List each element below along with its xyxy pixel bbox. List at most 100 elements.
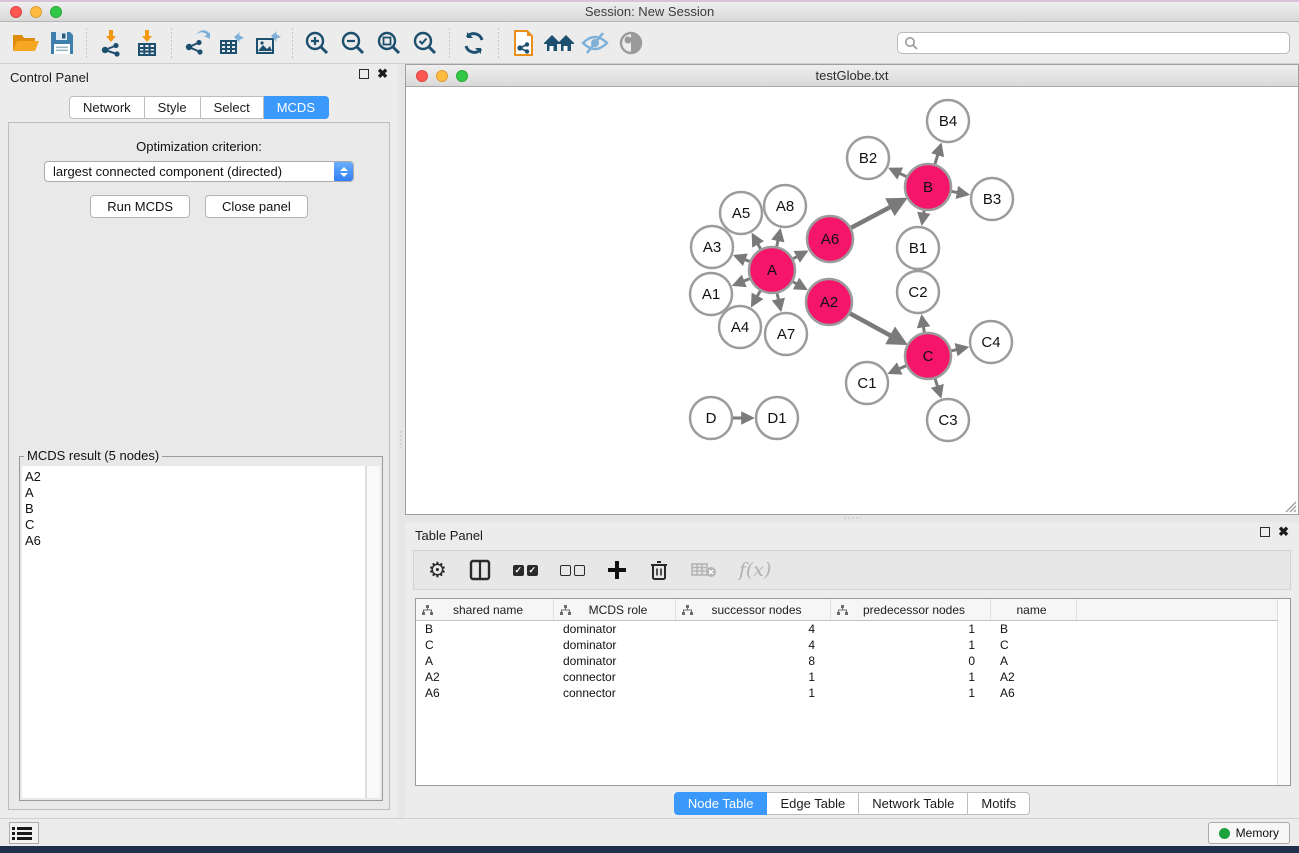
splitter-grip-icon[interactable]: [399, 430, 404, 448]
import-network-button[interactable]: [93, 26, 129, 60]
result-item[interactable]: B: [25, 501, 365, 517]
tab-network[interactable]: Network: [69, 96, 145, 119]
result-item[interactable]: A: [25, 485, 365, 501]
graph-edge-B-B2[interactable]: [891, 169, 907, 177]
graph-edge-C-C1[interactable]: [890, 366, 906, 373]
result-item[interactable]: A2: [25, 469, 365, 485]
table-row[interactable]: Cdominator41C: [416, 637, 1290, 653]
graph-edge-A-A5[interactable]: [753, 235, 761, 249]
tab-style[interactable]: Style: [145, 96, 201, 119]
graph-edge-A-A4[interactable]: [752, 291, 760, 305]
graph-edge-B-B1[interactable]: [922, 211, 924, 224]
zoom-selected-button[interactable]: [407, 26, 443, 60]
delete-table-button[interactable]: [691, 555, 717, 585]
graph-node-label: A: [767, 262, 777, 279]
graph-edge-C-C3[interactable]: [935, 379, 940, 396]
column-layout-button[interactable]: [469, 555, 491, 585]
graph-edge-A-A2[interactable]: [793, 282, 806, 289]
tab-edge-table[interactable]: Edge Table: [767, 792, 859, 815]
table-cell: A6: [991, 685, 1077, 701]
graph-node-label: A5: [732, 205, 750, 222]
import-table-button[interactable]: [129, 26, 165, 60]
float-panel-icon[interactable]: [359, 69, 369, 79]
column-header-name[interactable]: name: [991, 599, 1077, 620]
table-cell: 1: [676, 669, 831, 685]
graph-edge-A-A3[interactable]: [735, 256, 749, 261]
tab-motifs[interactable]: Motifs: [968, 792, 1030, 815]
table-row[interactable]: Adominator80A: [416, 653, 1290, 669]
task-history-button[interactable]: [9, 822, 39, 844]
column-header-shared-name[interactable]: shared name: [416, 599, 554, 620]
network-from-file-button[interactable]: [505, 26, 541, 60]
zoom-in-button[interactable]: [299, 26, 335, 60]
export-image-button[interactable]: [250, 26, 286, 60]
close-panel-button[interactable]: Close panel: [205, 195, 308, 218]
select-all-button[interactable]: ✓✓: [513, 555, 538, 585]
zoom-out-button[interactable]: [335, 26, 371, 60]
close-panel-icon[interactable]: ✖: [377, 69, 388, 79]
function-builder-button[interactable]: f(x): [739, 555, 772, 585]
sort-column-icon: [422, 605, 433, 615]
result-list-scrollbar[interactable]: [366, 466, 380, 798]
import-network-icon: [97, 29, 125, 57]
table-cell: A2: [991, 669, 1077, 685]
resize-grip-icon[interactable]: [1284, 500, 1297, 513]
tab-select[interactable]: Select: [201, 96, 264, 119]
zoom-out-icon: [339, 29, 367, 57]
network-from-file-icon: [509, 29, 537, 57]
graph-edge-B-B3[interactable]: [952, 191, 968, 194]
horizontal-splitter[interactable]: [405, 515, 1299, 522]
show-graphics-button[interactable]: [613, 26, 649, 60]
search-input[interactable]: [918, 34, 1289, 52]
column-header-predecessor-nodes[interactable]: predecessor nodes: [831, 599, 991, 620]
table-scrollbar[interactable]: [1277, 599, 1290, 785]
hide-graphics-button[interactable]: [577, 26, 613, 60]
export-network-button[interactable]: [178, 26, 214, 60]
network-canvas[interactable]: B4B2BB3A8A5A6A3B1AC2A1A2A4A7C4CC1DD1C3: [406, 88, 1298, 514]
network-window-title: testGlobe.txt: [406, 68, 1298, 83]
search-field[interactable]: [897, 32, 1290, 54]
tab-node-table[interactable]: Node Table: [674, 792, 768, 815]
run-mcds-button[interactable]: Run MCDS: [90, 195, 190, 218]
show-graphics-icon: [616, 30, 646, 56]
graph-edge-C-C4[interactable]: [951, 347, 966, 350]
table-row[interactable]: Bdominator41B: [416, 621, 1290, 637]
mcds-result-title: MCDS result (5 nodes): [24, 448, 162, 463]
settings-gear-icon: ⚙: [428, 559, 447, 581]
optimization-select[interactable]: largest connected component (directed): [44, 161, 354, 182]
graph-edge-A-A6[interactable]: [793, 252, 806, 259]
settings-gear-button[interactable]: ⚙: [428, 555, 447, 585]
open-file-button[interactable]: [8, 26, 44, 60]
home-button[interactable]: [541, 26, 577, 60]
refresh-button[interactable]: [456, 26, 492, 60]
tab-mcds[interactable]: MCDS: [264, 96, 329, 119]
splitter-grip-icon[interactable]: [843, 516, 861, 521]
float-panel-icon[interactable]: [1260, 527, 1270, 537]
deselect-all-button[interactable]: [560, 555, 585, 585]
graph-edge-C-C2[interactable]: [922, 317, 924, 333]
graph-node-label: C1: [857, 375, 876, 392]
save-session-button[interactable]: [44, 26, 80, 60]
zoom-fit-button[interactable]: [371, 26, 407, 60]
graph-edge-A-A1[interactable]: [734, 279, 749, 285]
result-item[interactable]: A6: [25, 533, 365, 549]
vertical-splitter[interactable]: [398, 64, 405, 818]
export-image-icon: [254, 29, 282, 57]
memory-button[interactable]: Memory: [1208, 822, 1290, 844]
graph-edge-A6-B[interactable]: [851, 200, 904, 228]
graph-edge-A2-C[interactable]: [850, 313, 904, 343]
graph-edge-A-A7[interactable]: [777, 293, 781, 309]
graph-edge-B-B4[interactable]: [935, 145, 941, 164]
export-table-button[interactable]: [214, 26, 250, 60]
table-cell: 8: [676, 653, 831, 669]
table-row[interactable]: A2connector11A2: [416, 669, 1290, 685]
close-panel-icon[interactable]: ✖: [1278, 527, 1289, 537]
column-header-MCDS-role[interactable]: MCDS role: [554, 599, 676, 620]
add-column-button[interactable]: [607, 555, 627, 585]
table-row[interactable]: A6connector11A6: [416, 685, 1290, 701]
result-item[interactable]: C: [25, 517, 365, 533]
delete-column-button[interactable]: [649, 555, 669, 585]
graph-edge-A-A8[interactable]: [777, 230, 780, 246]
column-header-successor-nodes[interactable]: successor nodes: [676, 599, 831, 620]
tab-network-table[interactable]: Network Table: [859, 792, 968, 815]
